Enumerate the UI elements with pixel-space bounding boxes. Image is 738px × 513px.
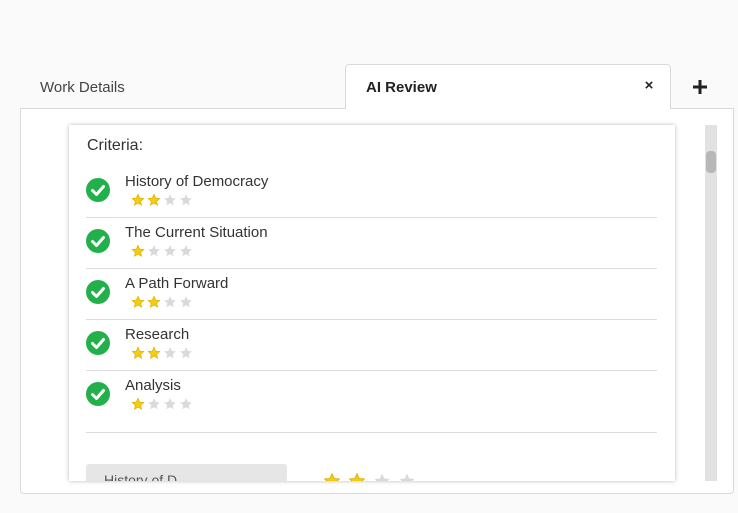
- star-filled-icon: [131, 295, 145, 308]
- criteria-item[interactable]: History of Democracy: [86, 167, 657, 218]
- criterion-tab-peek[interactable]: History of D: [86, 464, 287, 481]
- criteria-item[interactable]: The Current Situation: [86, 218, 657, 269]
- criteria-name: A Path Forward: [125, 275, 229, 292]
- star-empty-icon: [148, 245, 160, 257]
- criteria-list: History of Democracy The Current Situatio…: [86, 167, 657, 433]
- star-empty-icon: [180, 194, 192, 206]
- star-filled-icon: [131, 244, 145, 257]
- star-rating-peek: [323, 472, 416, 481]
- review-panel: Criteria: History of Democracy The Curren…: [20, 108, 734, 494]
- add-tab-icon[interactable]: [689, 76, 711, 98]
- star-filled-icon: [147, 346, 161, 359]
- criteria-item[interactable]: A Path Forward: [86, 269, 657, 320]
- star-filled-icon: [131, 397, 145, 410]
- check-circle-icon: [86, 331, 110, 355]
- scrollbar-thumb[interactable]: [706, 151, 716, 173]
- criteria-item[interactable]: Analysis: [86, 371, 657, 433]
- star-empty-icon: [180, 347, 192, 359]
- star-empty-icon: [164, 347, 176, 359]
- star-filled-icon: [348, 472, 366, 481]
- check-circle-icon: [86, 280, 110, 304]
- star-rating: [131, 295, 193, 309]
- star-filled-icon: [147, 295, 161, 308]
- criteria-name: Analysis: [125, 377, 181, 394]
- star-filled-icon: [323, 472, 341, 481]
- criteria-name: The Current Situation: [125, 224, 268, 241]
- criteria-card: Criteria: History of Democracy The Curren…: [69, 125, 675, 481]
- criterion-tab-peek-label: History of D: [104, 472, 178, 481]
- star-filled-icon: [131, 193, 145, 206]
- star-empty-icon: [180, 296, 192, 308]
- check-circle-icon: [86, 382, 110, 406]
- criteria-name: Research: [125, 326, 190, 343]
- check-circle-icon: [86, 178, 110, 202]
- star-filled-icon: [131, 346, 145, 359]
- star-empty-icon: [399, 473, 415, 481]
- star-empty-icon: [180, 398, 192, 410]
- close-tab-icon[interactable]: ×: [642, 77, 656, 95]
- tab-ai-review[interactable]: AI Review ×: [345, 64, 671, 109]
- check-circle-icon: [86, 229, 110, 253]
- star-filled-icon: [147, 193, 161, 206]
- star-empty-icon: [164, 398, 176, 410]
- criteria-name: History of Democracy: [125, 173, 269, 190]
- tab-work-details[interactable]: Work Details: [20, 66, 145, 108]
- star-empty-icon: [148, 398, 160, 410]
- criteria-item[interactable]: Research: [86, 320, 657, 371]
- star-empty-icon: [374, 473, 390, 481]
- ai-review-window: Work Details AI Review × Criteria: Histo…: [0, 0, 738, 513]
- criteria-heading: Criteria:: [87, 137, 144, 154]
- star-rating: [131, 346, 193, 360]
- scrollbar-track[interactable]: [705, 125, 717, 481]
- star-empty-icon: [164, 245, 176, 257]
- tab-ai-review-label: AI Review: [366, 78, 437, 96]
- star-empty-icon: [164, 296, 176, 308]
- star-empty-icon: [180, 245, 192, 257]
- star-empty-icon: [164, 194, 176, 206]
- star-rating: [131, 244, 193, 258]
- star-rating: [131, 397, 193, 411]
- star-rating: [131, 193, 193, 207]
- tab-work-details-label: Work Details: [40, 78, 125, 96]
